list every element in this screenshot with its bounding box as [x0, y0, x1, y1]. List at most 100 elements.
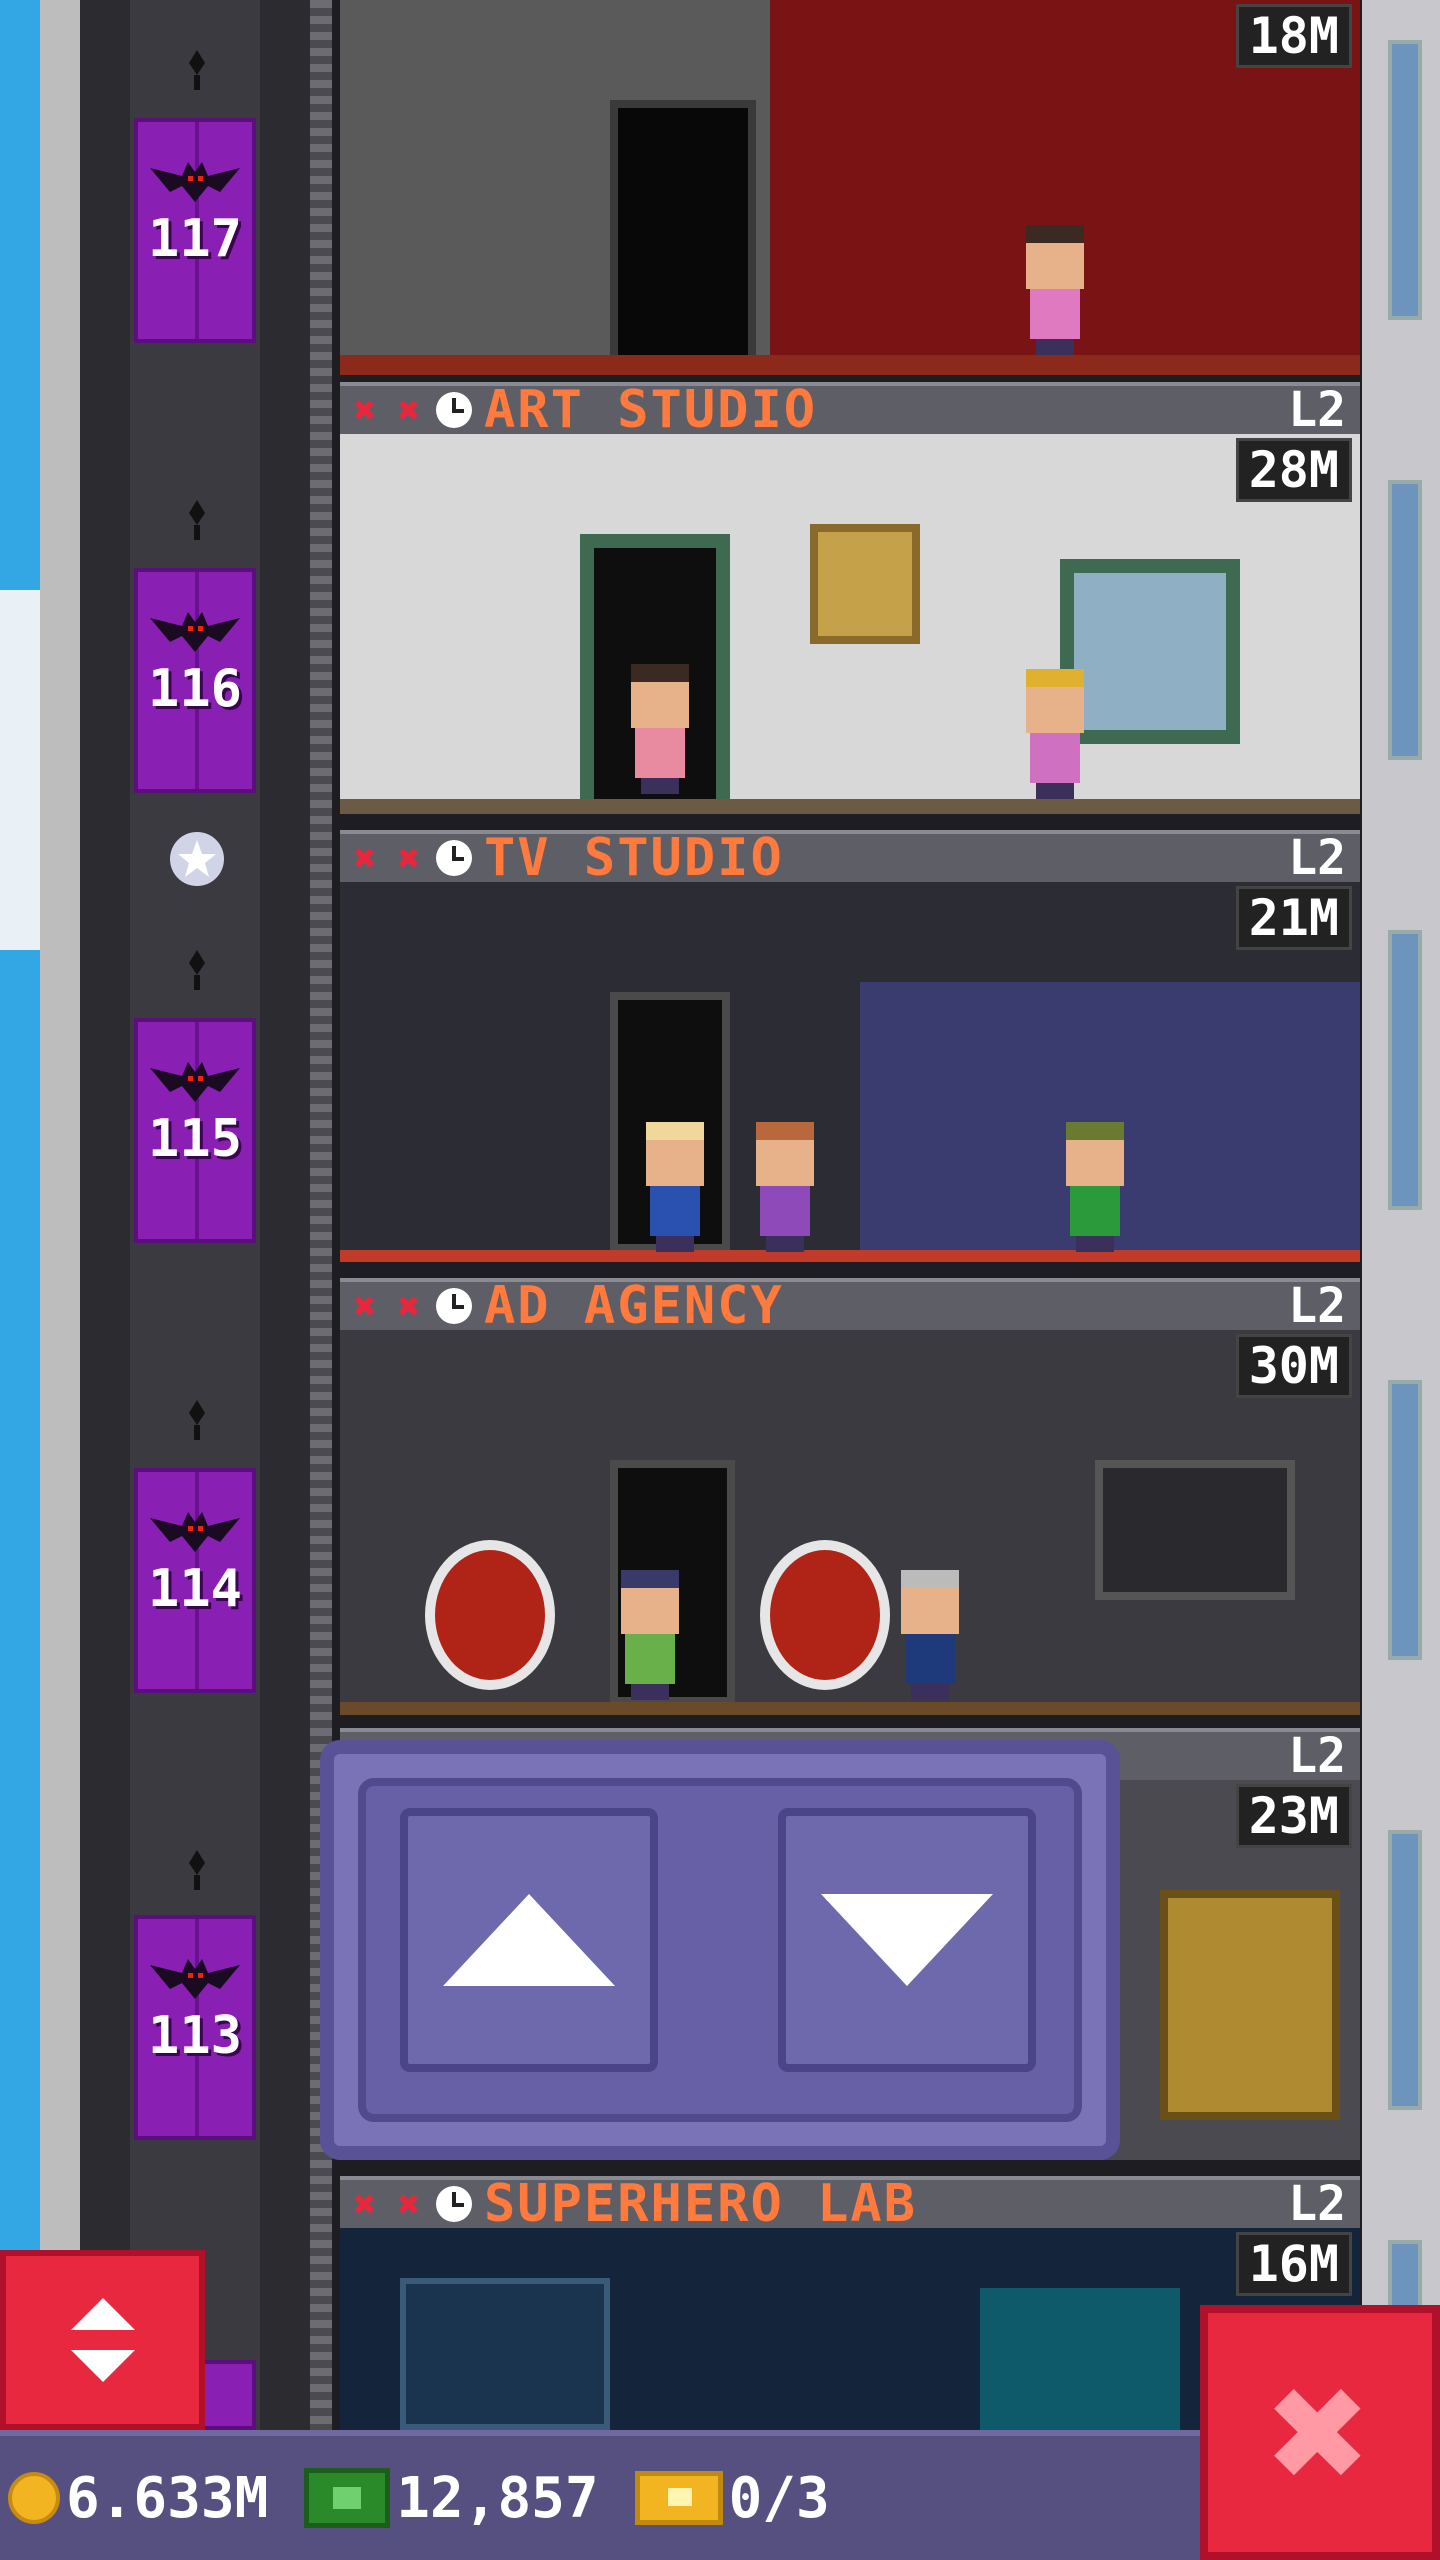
room-floor: [340, 1250, 1360, 1262]
bat-icon: [150, 1959, 240, 1999]
resident-body: [1030, 733, 1080, 783]
elevator-rail: [310, 0, 332, 2560]
resident-head: [1066, 1122, 1124, 1186]
clock-icon: [436, 1288, 472, 1324]
x-mark-icon: ✖: [353, 1284, 377, 1328]
elevator-call-icon: [189, 500, 205, 540]
floor-level: L2: [1288, 830, 1346, 886]
resident-body: [1070, 1186, 1120, 1236]
floor-level: L2: [1288, 382, 1346, 438]
resident-head: [621, 1570, 679, 1634]
resident-body: [635, 728, 685, 778]
floor-header[interactable]: ✖ ✖ SUPERHERO LAB L2: [340, 2174, 1360, 2234]
machine: [1160, 1890, 1340, 2120]
resident[interactable]: [1020, 225, 1090, 355]
bat-icon: [150, 1062, 240, 1102]
up-arrow-icon: [443, 1894, 615, 1986]
elevator-floor-number: 116: [148, 659, 242, 719]
tower-window: [1388, 930, 1422, 1210]
resident-head: [1026, 225, 1084, 289]
resident-legs: [631, 1684, 669, 1700]
elevator-call-icon: [189, 50, 205, 90]
clock-icon: [436, 392, 472, 428]
room-floor: [340, 799, 1360, 814]
elevator-car[interactable]: 114: [134, 1468, 256, 1693]
tower-window: [1388, 480, 1422, 760]
floor-population: 23M: [1235, 1784, 1352, 1848]
floor-name: TV STUDIO: [484, 828, 784, 888]
resident[interactable]: [1020, 669, 1090, 799]
resident[interactable]: [895, 1570, 965, 1700]
elevator-call-icon: [189, 950, 205, 990]
resident[interactable]: [640, 1122, 710, 1252]
x-mark-icon: ✖: [397, 1284, 421, 1328]
floor-room[interactable]: 30M: [340, 1330, 1360, 1715]
egg-chair: [425, 1540, 555, 1690]
elevator-call-icon: [189, 1850, 205, 1890]
tower-bux-icon: [304, 2468, 391, 2528]
elevator-car[interactable]: 115: [134, 1018, 256, 1243]
clock-icon: [436, 2186, 472, 2222]
elevator-car[interactable]: 116: [134, 568, 256, 793]
resident-body: [625, 1634, 675, 1684]
elevator-floor-number: 115: [148, 1109, 242, 1169]
scroll-panel: [320, 1740, 1120, 2160]
resident-legs: [911, 1684, 949, 1700]
resident-legs: [1036, 783, 1074, 799]
close-button[interactable]: ✖: [1200, 2305, 1440, 2560]
room-floor: [340, 1702, 1360, 1715]
x-mark-icon: ✖: [353, 2182, 377, 2226]
wall-tv: [1095, 1460, 1295, 1600]
clock-icon: [436, 840, 472, 876]
bat-icon: [150, 612, 240, 652]
resident-head: [901, 1570, 959, 1634]
floor-room[interactable]: 21M: [340, 882, 1360, 1262]
cloud: [0, 590, 40, 950]
floor-header[interactable]: ✖ ✖ AD AGENCY L2: [340, 1276, 1360, 1336]
elevator-car[interactable]: 117: [134, 118, 256, 343]
floor-room[interactable]: 18M: [340, 0, 1360, 375]
floor-name: SUPERHERO LAB: [484, 2174, 917, 2234]
resident-legs: [1036, 339, 1074, 355]
resident[interactable]: [615, 1570, 685, 1700]
x-mark-icon: ✖: [397, 388, 421, 432]
x-mark-icon: ✖: [353, 388, 377, 432]
floor-header[interactable]: ✖ ✖ TV STUDIO L2: [340, 828, 1360, 888]
painting: [810, 524, 920, 644]
resident[interactable]: [1060, 1122, 1130, 1252]
resident-body: [760, 1186, 810, 1236]
elevator-button[interactable]: [0, 2250, 205, 2430]
down-arrow-icon: [821, 1894, 993, 1986]
floor-population: 21M: [1235, 886, 1352, 950]
tower-window: [1388, 1830, 1422, 2110]
x-mark-icon: ✖: [353, 836, 377, 880]
floor-header[interactable]: ✖ ✖ ART STUDIO L2: [340, 380, 1360, 440]
resident-legs: [656, 1236, 694, 1252]
x-mark-icon: ✖: [397, 836, 421, 880]
bux-amount: 12,857: [396, 2465, 599, 2531]
resident[interactable]: [625, 664, 695, 794]
resident-body: [905, 1634, 955, 1684]
floor-level: L2: [1288, 1728, 1346, 1784]
bat-icon: [150, 1512, 240, 1552]
floor-population: 16M: [1235, 2232, 1352, 2296]
ticket-icon: [634, 2471, 723, 2525]
bat-icon: [150, 162, 240, 202]
floor-population: 28M: [1235, 438, 1352, 502]
tower-window: [1388, 1380, 1422, 1660]
floor-room[interactable]: 28M: [340, 434, 1360, 814]
elevator-floor-number: 114: [148, 1559, 242, 1619]
tower-window: [1388, 40, 1422, 320]
elevator-shaft-column: [130, 0, 260, 2560]
scroll-down-button[interactable]: [778, 1808, 1036, 2072]
elevator-call-icon: [189, 1400, 205, 1440]
star-icon[interactable]: [168, 830, 226, 888]
elevator-floor-number: 113: [148, 2006, 242, 2066]
resident-legs: [1076, 1236, 1114, 1252]
resident-body: [650, 1186, 700, 1236]
resident[interactable]: [750, 1122, 820, 1252]
scroll-up-button[interactable]: [400, 1808, 658, 2072]
tickets-amount: 0/3: [728, 2465, 830, 2531]
elevator-car[interactable]: 113: [134, 1915, 256, 2140]
floor-population: 30M: [1235, 1334, 1352, 1398]
